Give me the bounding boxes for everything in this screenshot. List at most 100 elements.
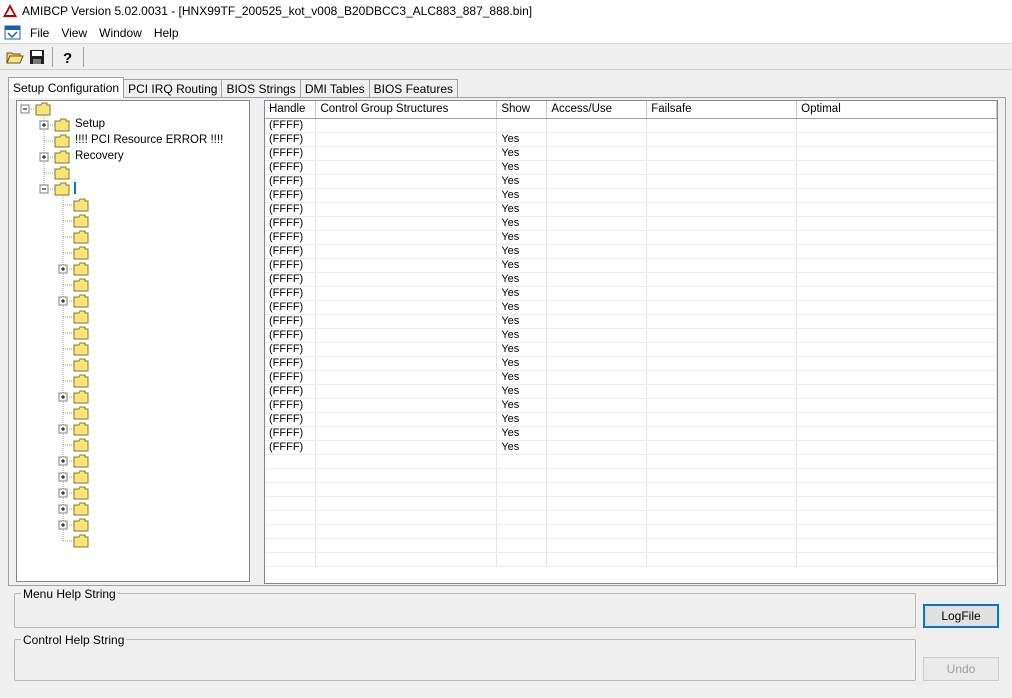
save-disk-icon[interactable] bbox=[26, 46, 48, 68]
control-group-table[interactable]: Handle Control Group Structures Show Access… bbox=[264, 100, 998, 584]
table-row[interactable]: (FFFF) Yes bbox=[265, 370, 997, 385]
table-cell bbox=[796, 230, 997, 245]
table-row[interactable]: (FFFF) Yes bbox=[265, 412, 997, 427]
open-folder-icon[interactable] bbox=[4, 46, 26, 68]
column-header[interactable]: Failsafe bbox=[646, 101, 798, 119]
menu-window[interactable]: Window bbox=[95, 26, 150, 40]
table-row[interactable]: (FFFF) Yes bbox=[265, 160, 997, 175]
table-cell: (FFFF) bbox=[265, 426, 317, 441]
table-cell bbox=[546, 300, 648, 315]
table-cell bbox=[796, 174, 997, 189]
table-row[interactable]: (FFFF) Yes bbox=[265, 342, 997, 357]
table-cell: Yes bbox=[496, 146, 548, 161]
table-cell: (FFFF) bbox=[265, 216, 317, 231]
table-row[interactable]: (FFFF) Yes bbox=[265, 314, 997, 329]
table-cell bbox=[315, 342, 498, 357]
table-row[interactable]: (FFFF) Yes bbox=[265, 398, 997, 413]
table-row[interactable] bbox=[265, 468, 997, 483]
tab-dmi-tables[interactable]: DMI Tables bbox=[299, 79, 370, 98]
table-row[interactable]: (FFFF) Yes bbox=[265, 258, 997, 273]
tree-label-pci-error[interactable]: !!!! PCI Resource ERROR !!!! bbox=[75, 133, 223, 147]
folder-icon bbox=[35, 102, 51, 116]
folder-icon bbox=[73, 374, 89, 388]
table-row[interactable]: (FFFF) Yes bbox=[265, 146, 997, 161]
table-cell bbox=[315, 314, 498, 329]
table-cell bbox=[796, 132, 997, 147]
table-cell bbox=[646, 300, 798, 315]
table-row[interactable]: (FFFF) Yes bbox=[265, 384, 997, 399]
document-window-icon[interactable] bbox=[4, 25, 22, 41]
table-cell bbox=[546, 328, 648, 343]
folder-icon bbox=[73, 278, 89, 292]
tab-bios-features[interactable]: BIOS Features bbox=[368, 79, 458, 98]
table-cell: Yes bbox=[496, 244, 548, 259]
table-row[interactable]: (FFFF) Yes bbox=[265, 216, 997, 231]
table-row[interactable] bbox=[265, 524, 997, 539]
table-row[interactable] bbox=[265, 482, 997, 497]
table-cell bbox=[315, 538, 498, 553]
folder-icon bbox=[54, 118, 70, 132]
table-cell bbox=[646, 258, 798, 273]
tab-pci-irq-routing[interactable]: PCI IRQ Routing bbox=[123, 79, 223, 98]
help-question-icon[interactable]: ? bbox=[57, 46, 79, 68]
table-cell bbox=[546, 174, 648, 189]
logfile-button[interactable]: LogFile bbox=[923, 604, 999, 628]
table-cell bbox=[546, 188, 648, 203]
table-row[interactable]: (FFFF) Yes bbox=[265, 440, 997, 455]
table-row[interactable]: (FFFF) bbox=[265, 118, 997, 133]
table-row[interactable]: (FFFF) Yes bbox=[265, 174, 997, 189]
table-cell: (FFFF) bbox=[265, 370, 317, 385]
table-row[interactable]: (FFFF) Yes bbox=[265, 356, 997, 371]
tab-bios-strings[interactable]: BIOS Strings bbox=[221, 79, 301, 98]
table-cell bbox=[796, 286, 997, 301]
column-header[interactable]: Control Group Structures bbox=[315, 101, 498, 119]
table-cell bbox=[265, 552, 317, 567]
table-cell bbox=[315, 216, 498, 231]
folder-icon bbox=[73, 198, 89, 212]
column-header[interactable]: Access/Use bbox=[546, 101, 648, 119]
column-header[interactable]: Optimal bbox=[796, 101, 997, 119]
table-row[interactable] bbox=[265, 510, 997, 525]
table-row[interactable]: (FFFF) Yes bbox=[265, 300, 997, 315]
table-row[interactable]: (FFFF) Yes bbox=[265, 132, 997, 147]
table-cell bbox=[315, 412, 498, 427]
table-cell: Yes bbox=[496, 426, 548, 441]
table-cell bbox=[546, 146, 648, 161]
table-row[interactable]: (FFFF) Yes bbox=[265, 328, 997, 343]
table-cell: Yes bbox=[496, 272, 548, 287]
table-row[interactable]: (FFFF) Yes bbox=[265, 426, 997, 441]
menu-help[interactable]: Help bbox=[150, 26, 187, 40]
table-cell bbox=[546, 216, 648, 231]
window-title: AMIBCP Version 5.02.0031 - [HNX99TF_2005… bbox=[22, 4, 533, 18]
table-cell bbox=[646, 244, 798, 259]
table-row[interactable] bbox=[265, 552, 997, 567]
table-cell: Yes bbox=[496, 216, 548, 231]
menu-view[interactable]: View bbox=[57, 26, 95, 40]
table-cell: Yes bbox=[496, 328, 548, 343]
table-row[interactable]: (FFFF) Yes bbox=[265, 272, 997, 287]
table-cell bbox=[796, 454, 997, 469]
tab-setup-configuration[interactable]: Setup Configuration bbox=[8, 77, 125, 98]
table-row[interactable]: (FFFF) Yes bbox=[265, 230, 997, 245]
column-header[interactable]: Show bbox=[496, 101, 548, 119]
tree-label-setup[interactable]: Setup bbox=[75, 117, 105, 131]
setup-tree-view[interactable]: Setup !!!! PCI Resource ERROR !!!! Recov… bbox=[16, 100, 250, 582]
table-cell: (FFFF) bbox=[265, 202, 317, 217]
table-row[interactable] bbox=[265, 538, 997, 553]
menu-file[interactable]: File bbox=[26, 26, 57, 40]
table-cell: Yes bbox=[496, 342, 548, 357]
table-row[interactable] bbox=[265, 496, 997, 511]
table-cell bbox=[796, 216, 997, 231]
table-cell bbox=[546, 440, 648, 455]
table-cell bbox=[315, 146, 498, 161]
table-row[interactable]: (FFFF) Yes bbox=[265, 244, 997, 259]
undo-button[interactable]: Undo bbox=[923, 657, 999, 681]
column-header[interactable]: Handle bbox=[265, 101, 317, 119]
table-row[interactable]: (FFFF) Yes bbox=[265, 202, 997, 217]
tree-label-recovery[interactable]: Recovery bbox=[75, 149, 124, 163]
table-row[interactable] bbox=[265, 454, 997, 469]
table-cell bbox=[546, 398, 648, 413]
table-cell bbox=[546, 370, 648, 385]
table-row[interactable]: (FFFF) Yes bbox=[265, 188, 997, 203]
table-row[interactable]: (FFFF) Yes bbox=[265, 286, 997, 301]
